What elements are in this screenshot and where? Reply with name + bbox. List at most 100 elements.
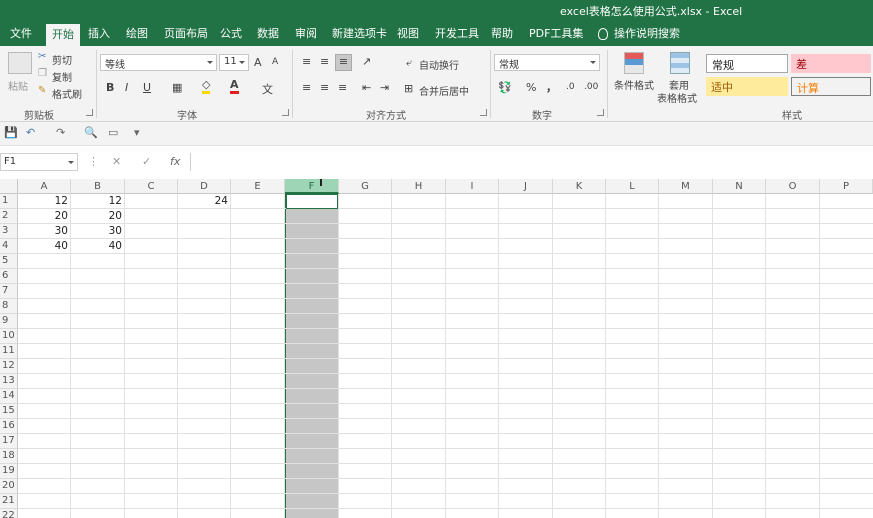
- row-header-15[interactable]: 15: [0, 404, 18, 419]
- column-header-k[interactable]: K: [553, 179, 606, 194]
- row-header-17[interactable]: 17: [0, 434, 18, 449]
- tab-view[interactable]: 视图: [391, 22, 425, 46]
- increase-indent-icon[interactable]: ⇥: [380, 81, 389, 94]
- column-header-l[interactable]: L: [606, 179, 659, 194]
- column-header-o[interactable]: O: [766, 179, 820, 194]
- formula-input[interactable]: [190, 153, 873, 171]
- row-header-1[interactable]: 1: [0, 194, 18, 209]
- clipboard-launcher-icon[interactable]: [86, 109, 93, 116]
- cell-a4[interactable]: 40: [18, 239, 71, 254]
- row-header-14[interactable]: 14: [0, 389, 18, 404]
- column-header-c[interactable]: C: [125, 179, 178, 194]
- cell-b4[interactable]: 40: [71, 239, 125, 254]
- undo-icon[interactable]: ↶: [26, 126, 35, 139]
- row-header-2[interactable]: 2: [0, 209, 18, 224]
- row-header-10[interactable]: 10: [0, 329, 18, 344]
- row-header-8[interactable]: 8: [0, 299, 18, 314]
- row-header-18[interactable]: 18: [0, 449, 18, 464]
- cell-b2[interactable]: 20: [71, 209, 125, 224]
- decrease-indent-icon[interactable]: ⇤: [362, 81, 371, 94]
- column-header-g[interactable]: G: [339, 179, 392, 194]
- style-neutral[interactable]: 适中: [706, 77, 788, 96]
- style-bad[interactable]: 差: [791, 54, 871, 73]
- font-color-button[interactable]: A: [230, 79, 239, 94]
- increase-decimal-icon[interactable]: .0: [566, 82, 575, 92]
- style-normal[interactable]: 常规: [706, 54, 788, 73]
- comma-button[interactable]: ，: [546, 79, 557, 95]
- row-header-11[interactable]: 11: [0, 344, 18, 359]
- currency-icon[interactable]: 💱: [498, 81, 512, 94]
- row-header-9[interactable]: 9: [0, 314, 18, 329]
- phonetic-icon[interactable]: 文: [262, 81, 273, 97]
- column-header-a[interactable]: A: [18, 179, 71, 194]
- shrink-font-button[interactable]: A: [272, 57, 278, 67]
- row-header-22[interactable]: 22: [0, 509, 18, 518]
- cell-a1[interactable]: 12: [18, 194, 71, 209]
- name-box[interactable]: F1: [0, 153, 78, 171]
- row-header-20[interactable]: 20: [0, 479, 18, 494]
- italic-button[interactable]: I: [125, 81, 128, 94]
- cell-b3[interactable]: 30: [71, 224, 125, 239]
- column-header-m[interactable]: M: [659, 179, 713, 194]
- paste-button[interactable]: 粘贴: [8, 78, 28, 93]
- insert-function-icon[interactable]: fx: [170, 155, 180, 168]
- orientation-icon[interactable]: ↗: [362, 55, 371, 68]
- merge-center-button[interactable]: 合并后居中: [419, 83, 469, 98]
- align-top-icon[interactable]: ≡: [302, 55, 311, 68]
- wrap-text-button[interactable]: 自动换行: [419, 57, 459, 72]
- redo-icon[interactable]: ↷: [56, 126, 65, 139]
- grow-font-button[interactable]: A: [254, 56, 262, 69]
- tab-developer[interactable]: 开发工具: [429, 22, 485, 46]
- tab-help[interactable]: 帮助: [485, 22, 519, 46]
- tab-pdf-tools[interactable]: PDF工具集: [523, 22, 589, 46]
- copy-button[interactable]: 复制: [52, 69, 72, 84]
- underline-button[interactable]: U: [143, 81, 151, 94]
- customize-qat-icon[interactable]: ▾: [134, 126, 140, 139]
- tab-new-tab[interactable]: 新建选项卡: [326, 22, 393, 46]
- format-painter-button[interactable]: 格式刷: [52, 86, 82, 101]
- font-size-combo[interactable]: 11: [219, 54, 249, 71]
- row-header-6[interactable]: 6: [0, 269, 18, 284]
- tab-review[interactable]: 审阅: [289, 22, 323, 46]
- row-header-16[interactable]: 16: [0, 419, 18, 434]
- alignment-launcher-icon[interactable]: [480, 109, 487, 116]
- enter-icon[interactable]: ✓: [142, 155, 151, 168]
- tab-formulas[interactable]: 公式: [214, 22, 248, 46]
- tab-data[interactable]: 数据: [251, 22, 285, 46]
- cell-b1[interactable]: 12: [71, 194, 125, 209]
- number-format-combo[interactable]: 常规: [494, 54, 600, 71]
- decrease-decimal-icon[interactable]: .00: [584, 82, 598, 92]
- column-header-b[interactable]: B: [71, 179, 125, 194]
- row-header-19[interactable]: 19: [0, 464, 18, 479]
- row-header-13[interactable]: 13: [0, 374, 18, 389]
- cell-a2[interactable]: 20: [18, 209, 71, 224]
- tab-home[interactable]: 开始: [46, 24, 80, 46]
- save-icon[interactable]: 💾: [4, 126, 18, 139]
- align-bottom-icon[interactable]: ≡: [335, 54, 352, 71]
- tab-page-layout[interactable]: 页面布局: [158, 22, 214, 46]
- number-launcher-icon[interactable]: [597, 109, 604, 116]
- column-header-i[interactable]: I: [446, 179, 499, 194]
- fill-color-icon[interactable]: ◇: [202, 79, 211, 94]
- column-header-n[interactable]: N: [713, 179, 766, 194]
- row-header-4[interactable]: 4: [0, 239, 18, 254]
- active-cell[interactable]: [286, 194, 338, 209]
- cell-a3[interactable]: 30: [18, 224, 71, 239]
- align-left-icon[interactable]: ≡: [302, 81, 311, 94]
- conditional-format-button[interactable]: 条件格式: [614, 77, 654, 92]
- align-center-icon[interactable]: ≡: [320, 81, 329, 94]
- align-right-icon[interactable]: ≡: [338, 81, 347, 94]
- tell-me-search[interactable]: 操作说明搜索: [592, 22, 686, 46]
- column-header-j[interactable]: J: [499, 179, 553, 194]
- print-preview-icon[interactable]: 🔍: [84, 126, 98, 139]
- row-header-12[interactable]: 12: [0, 359, 18, 374]
- border-icon[interactable]: ▦: [172, 81, 182, 94]
- cancel-icon[interactable]: ✕: [112, 155, 121, 168]
- row-header-21[interactable]: 21: [0, 494, 18, 509]
- row-header-5[interactable]: 5: [0, 254, 18, 269]
- column-header-d[interactable]: D: [178, 179, 231, 194]
- bold-button[interactable]: B: [106, 81, 114, 94]
- style-calculation[interactable]: 计算: [791, 77, 871, 96]
- font-name-combo[interactable]: 等线: [100, 54, 217, 71]
- row-header-7[interactable]: 7: [0, 284, 18, 299]
